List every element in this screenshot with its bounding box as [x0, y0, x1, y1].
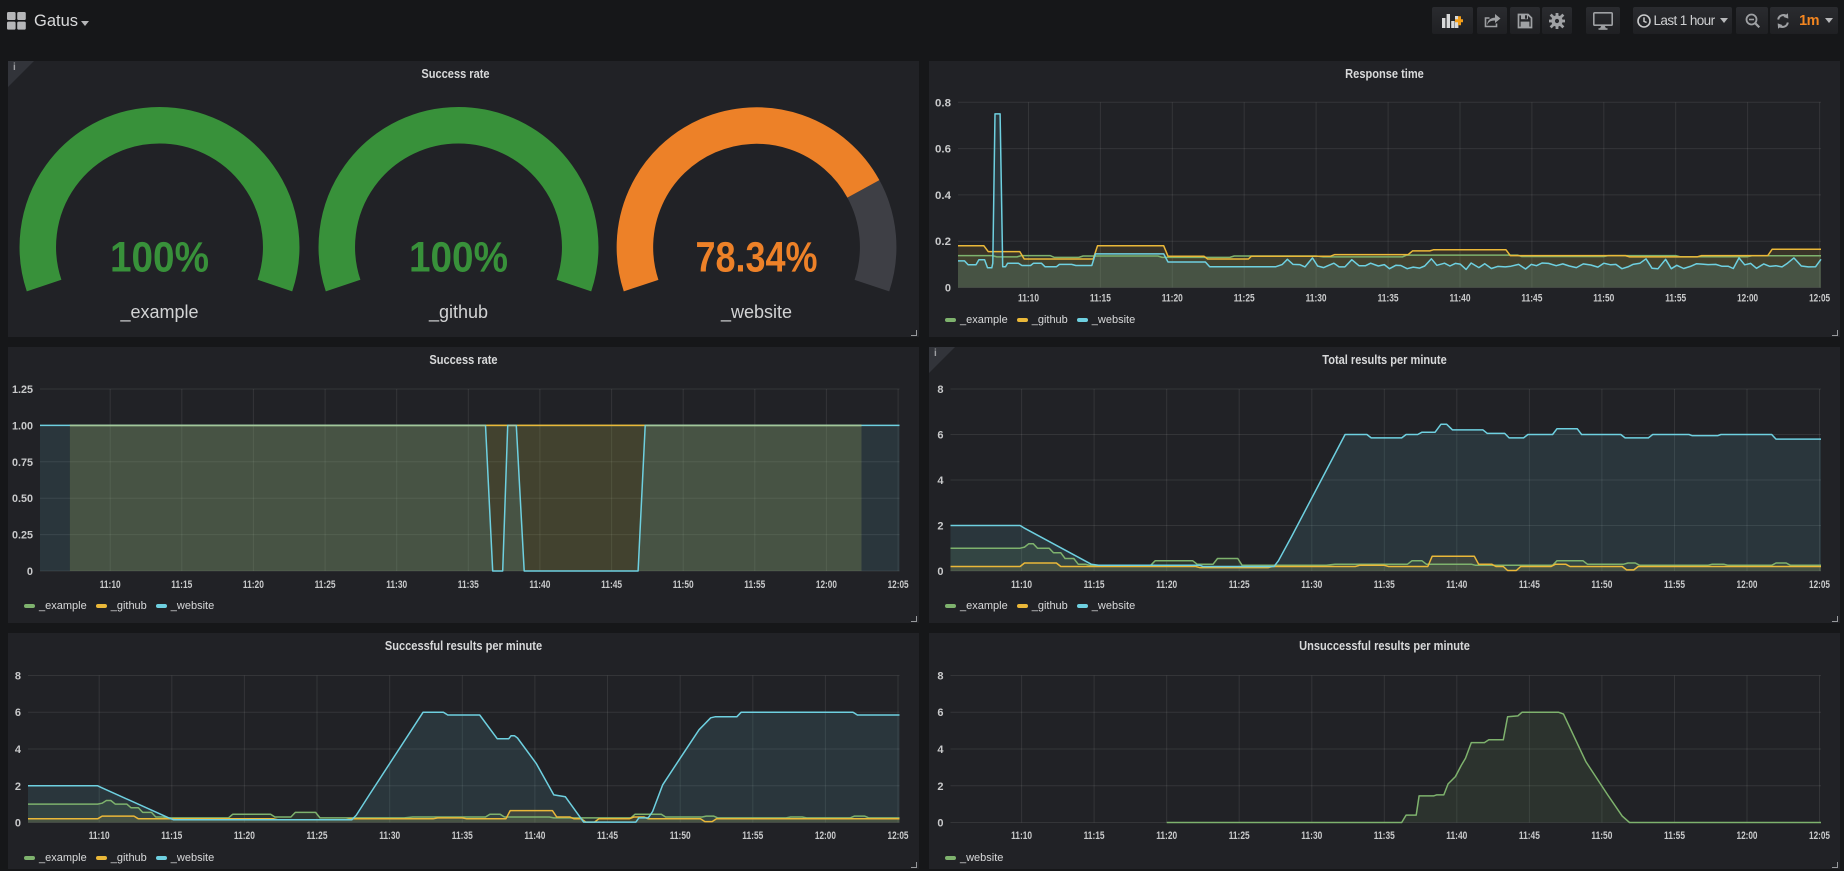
svg-text:4: 4 — [937, 744, 944, 756]
svg-text:12:00: 12:00 — [816, 579, 837, 591]
svg-text:11:55: 11:55 — [1664, 830, 1685, 842]
svg-text:11:25: 11:25 — [1229, 579, 1250, 591]
svg-text:4: 4 — [15, 744, 22, 756]
svg-text:11:20: 11:20 — [1156, 579, 1177, 591]
svg-text:11:55: 11:55 — [742, 830, 763, 842]
svg-text:100%: 100% — [110, 234, 209, 282]
svg-text:12:05: 12:05 — [1809, 293, 1830, 305]
svg-text:1.00: 1.00 — [12, 420, 33, 432]
svg-text:11:30: 11:30 — [1306, 293, 1327, 305]
svg-text:12:05: 12:05 — [1809, 579, 1830, 591]
svg-text:12:00: 12:00 — [815, 830, 836, 842]
svg-text:11:40: 11:40 — [1450, 293, 1471, 305]
svg-text:11:20: 11:20 — [1162, 293, 1183, 305]
svg-text:11:20: 11:20 — [234, 830, 255, 842]
svg-text:8: 8 — [15, 671, 21, 683]
svg-text:78.34%: 78.34% — [696, 234, 818, 282]
svg-text:0.4: 0.4 — [935, 190, 952, 202]
svg-text:11:20: 11:20 — [1156, 830, 1177, 842]
svg-text:11:10: 11:10 — [1011, 830, 1032, 842]
svg-text:11:55: 11:55 — [1664, 579, 1685, 591]
svg-text:11:35: 11:35 — [1374, 830, 1395, 842]
svg-text:12:00: 12:00 — [1737, 830, 1758, 842]
svg-text:100%: 100% — [409, 234, 508, 282]
svg-text:6: 6 — [15, 707, 21, 719]
svg-text:11:35: 11:35 — [1374, 579, 1395, 591]
svg-text:12:00: 12:00 — [1737, 293, 1758, 305]
svg-text:11:15: 11:15 — [1090, 293, 1111, 305]
svg-text:11:15: 11:15 — [1084, 579, 1105, 591]
svg-text:11:50: 11:50 — [670, 830, 691, 842]
svg-text:11:45: 11:45 — [1521, 293, 1542, 305]
svg-text:11:55: 11:55 — [1665, 293, 1686, 305]
svg-text:0.50: 0.50 — [12, 493, 33, 505]
svg-text:11:35: 11:35 — [1378, 293, 1399, 305]
svg-text:11:40: 11:40 — [1446, 830, 1467, 842]
svg-text:11:25: 11:25 — [1234, 293, 1255, 305]
svg-text:12:05: 12:05 — [888, 579, 909, 591]
svg-text:0: 0 — [937, 566, 943, 578]
svg-text:11:50: 11:50 — [1593, 293, 1614, 305]
svg-text:_github: _github — [428, 302, 488, 323]
svg-text:0: 0 — [15, 818, 21, 830]
svg-text:6: 6 — [937, 707, 943, 719]
svg-text:2: 2 — [15, 781, 21, 793]
svg-text:0.6: 0.6 — [935, 144, 951, 156]
svg-text:11:15: 11:15 — [1084, 830, 1105, 842]
svg-text:4: 4 — [937, 475, 944, 487]
svg-text:11:35: 11:35 — [452, 830, 473, 842]
svg-text:_example: _example — [119, 302, 198, 323]
svg-text:0.75: 0.75 — [12, 457, 33, 469]
svg-text:11:25: 11:25 — [315, 579, 336, 591]
svg-text:12:05: 12:05 — [1809, 830, 1830, 842]
svg-text:11:25: 11:25 — [1229, 830, 1250, 842]
svg-text:12:05: 12:05 — [888, 830, 909, 842]
svg-text:11:50: 11:50 — [1591, 579, 1612, 591]
svg-text:2: 2 — [937, 521, 943, 533]
svg-text:0.8: 0.8 — [935, 97, 951, 109]
svg-text:11:45: 11:45 — [597, 830, 618, 842]
svg-text:11:30: 11:30 — [1301, 830, 1322, 842]
svg-text:11:45: 11:45 — [1519, 830, 1540, 842]
svg-text:6: 6 — [937, 430, 943, 442]
svg-text:11:30: 11:30 — [386, 579, 407, 591]
svg-text:0: 0 — [27, 566, 33, 578]
svg-text:11:10: 11:10 — [89, 830, 110, 842]
svg-text:11:30: 11:30 — [1301, 579, 1322, 591]
svg-text:1.25: 1.25 — [12, 384, 33, 396]
svg-text:11:10: 11:10 — [1018, 293, 1039, 305]
svg-text:11:55: 11:55 — [744, 579, 765, 591]
svg-text:_website: _website — [720, 302, 792, 323]
svg-text:8: 8 — [937, 671, 943, 683]
svg-text:0.2: 0.2 — [935, 236, 951, 248]
svg-text:12:00: 12:00 — [1737, 579, 1758, 591]
svg-text:11:30: 11:30 — [379, 830, 400, 842]
svg-text:11:50: 11:50 — [673, 579, 694, 591]
svg-text:8: 8 — [937, 384, 943, 396]
svg-text:11:20: 11:20 — [243, 579, 264, 591]
svg-text:11:45: 11:45 — [601, 579, 622, 591]
svg-text:0.25: 0.25 — [12, 530, 33, 542]
svg-text:11:15: 11:15 — [171, 579, 192, 591]
svg-text:11:25: 11:25 — [307, 830, 328, 842]
svg-text:11:40: 11:40 — [524, 830, 545, 842]
svg-text:11:35: 11:35 — [458, 579, 479, 591]
svg-text:11:40: 11:40 — [1446, 579, 1467, 591]
svg-text:11:15: 11:15 — [161, 830, 182, 842]
svg-text:11:10: 11:10 — [1011, 579, 1032, 591]
svg-text:11:40: 11:40 — [529, 579, 550, 591]
svg-text:11:50: 11:50 — [1591, 830, 1612, 842]
svg-text:2: 2 — [937, 781, 943, 793]
svg-text:11:45: 11:45 — [1519, 579, 1540, 591]
svg-text:0: 0 — [945, 283, 951, 295]
svg-text:11:10: 11:10 — [100, 579, 121, 591]
svg-text:0: 0 — [937, 818, 943, 830]
